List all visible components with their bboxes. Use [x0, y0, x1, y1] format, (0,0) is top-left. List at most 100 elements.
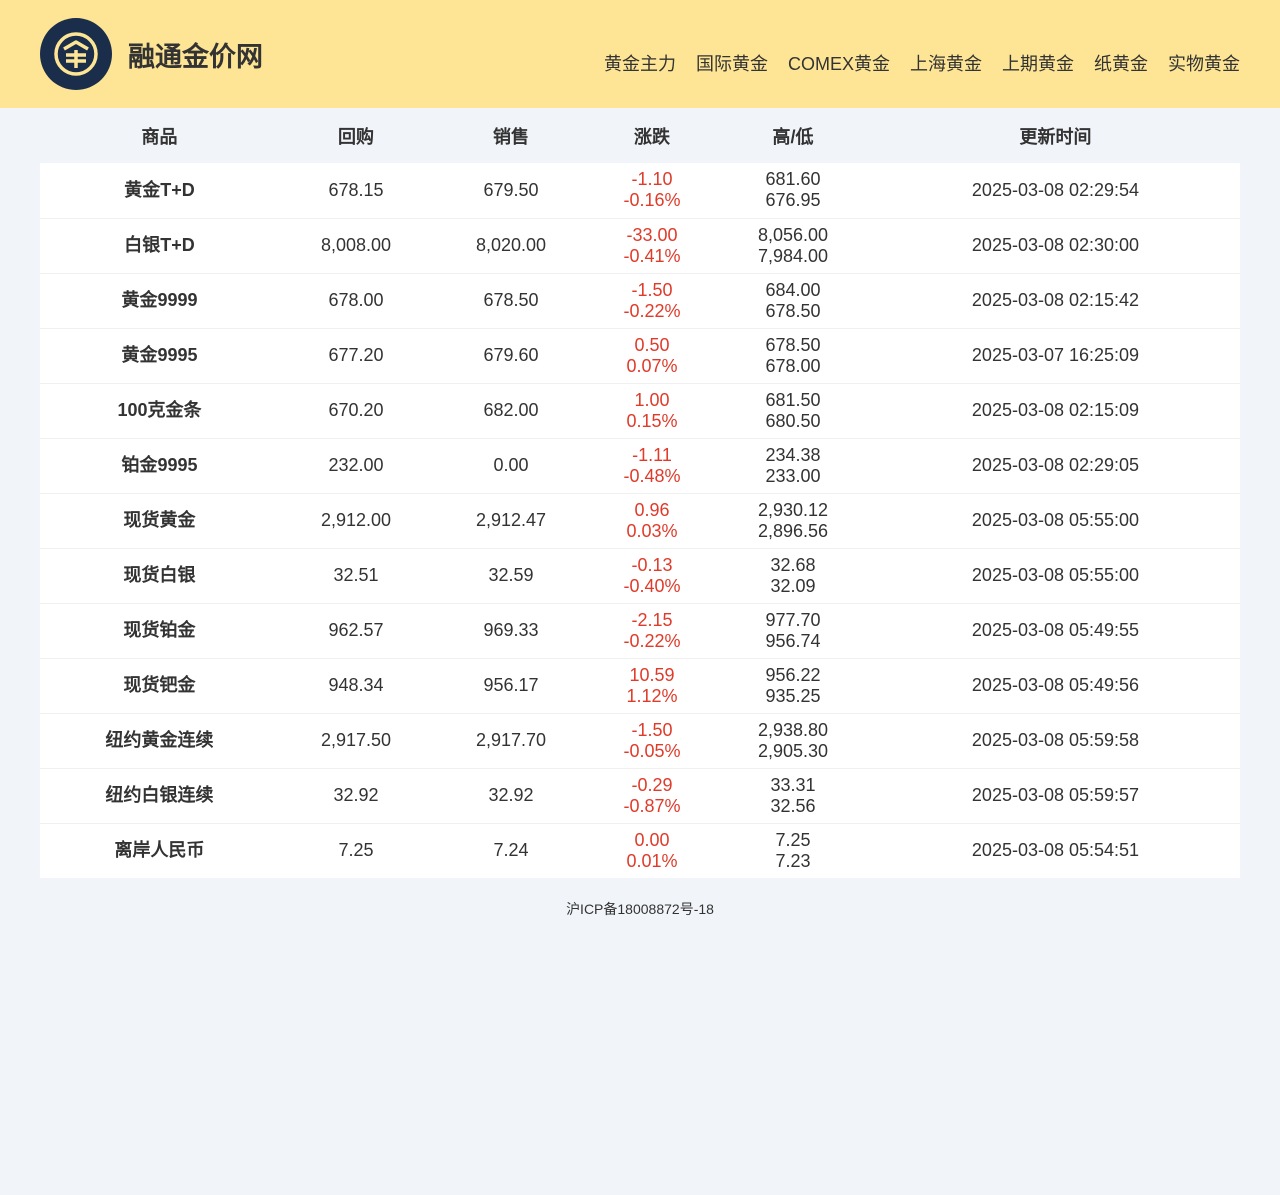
sell-price: 8,020.00 [475, 235, 547, 255]
product-name[interactable]: 白银T+D [40, 218, 279, 273]
buyback-price: 670.20 [328, 400, 384, 420]
buyback-price: 2,917.50 [320, 730, 392, 750]
product-name[interactable]: 黄金9999 [40, 273, 279, 328]
product-name[interactable]: 100克金条 [40, 383, 279, 438]
table-row: 黄金9999 678.00 678.50 -1.50 -0.22% 684.00 678.5… [40, 273, 1240, 328]
nav-item-main-gold[interactable]: 黄金主力 [604, 52, 676, 76]
sell-price: 969.33 [483, 620, 539, 640]
product-name[interactable]: 黄金9995 [40, 328, 279, 383]
table-row: 黄金T+D 678.15 679.50 -1.10 -0.16% 681.60 676.95… [40, 163, 1240, 218]
update-time: 2025-03-08 05:55:00 [971, 565, 1140, 585]
change-value: -0.13 [631, 554, 673, 575]
site-header: 融通金价网 黄金主力 国际黄金 COMEX黄金 上海黄金 上期黄金 纸黄金 实物… [0, 0, 1280, 108]
buyback-price: 2,912.00 [320, 510, 392, 530]
buyback-price: 948.34 [328, 675, 384, 695]
footer-icp[interactable]: 沪ICP备18008872号-18 [0, 899, 1280, 919]
change-percent: 0.15% [626, 410, 678, 431]
change-cell: -1.11 -0.48% [589, 438, 715, 493]
buyback-price: 962.57 [328, 620, 384, 640]
update-time: 2025-03-08 02:30:00 [971, 235, 1140, 255]
high-low-cell: 681.50 680.50 [715, 383, 871, 438]
change-cell: -0.29 -0.87% [589, 768, 715, 823]
site-name: 融通金价网 [128, 41, 263, 72]
product-name[interactable]: 现货钯金 [40, 658, 279, 713]
product-name[interactable]: 纽约黄金连续 [40, 713, 279, 768]
high-price: 33.31 [770, 774, 816, 795]
sell-price: 32.59 [488, 565, 534, 585]
high-price: 977.70 [765, 609, 821, 630]
buyback-price: 32.51 [333, 565, 379, 585]
change-percent: -0.22% [623, 300, 681, 321]
low-price: 676.95 [765, 190, 821, 211]
table-row: 离岸人民币 7.25 7.24 0.00 0.01% 7.25 7.23 2025-03-08… [40, 823, 1240, 878]
change-value: 0.00 [634, 829, 670, 850]
change-percent: -0.16% [623, 190, 681, 211]
high-price: 2,930.12 [757, 499, 829, 520]
sell-price: 2,917.70 [475, 730, 547, 750]
product-name[interactable]: 纽约白银连续 [40, 768, 279, 823]
table-row: 白银T+D 8,008.00 8,020.00 -33.00 -0.41% 8,056.0… [40, 218, 1240, 273]
update-time: 2025-03-08 02:29:54 [971, 179, 1140, 200]
high-low-cell: 2,938.80 2,905.30 [715, 713, 871, 768]
buyback-price: 8,008.00 [320, 235, 392, 255]
product-name[interactable]: 铂金9995 [40, 438, 279, 493]
price-table-container: 商品 回购 销售 涨跌 高/低 更新时间 黄金T+D 678.15 679.50 -1… [40, 108, 1240, 878]
header-product: 商品 [40, 108, 279, 163]
sell-price: 0.00 [493, 455, 529, 475]
sell-price: 7.24 [493, 840, 529, 861]
low-price: 956.74 [765, 630, 821, 651]
sell-price: 2,912.47 [475, 510, 547, 530]
low-price: 2,896.56 [757, 520, 829, 541]
header-update-time: 更新时间 [871, 108, 1240, 163]
high-price: 681.50 [765, 389, 821, 410]
coin-logo-icon [40, 18, 112, 90]
update-time: 2025-03-08 05:54:51 [971, 840, 1140, 861]
update-time: 2025-03-07 16:25:09 [971, 345, 1140, 365]
update-time: 2025-03-08 05:49:56 [971, 675, 1140, 695]
table-row: 现货铂金 962.57 969.33 -2.15 -0.22% 977.70 956.74 2… [40, 603, 1240, 658]
table-row: 纽约黄金连续 2,917.50 2,917.70 -1.50 -0.05% 2,938.8… [40, 713, 1240, 768]
low-price: 2,905.30 [757, 740, 829, 761]
table-row: 铂金9995 232.00 0.00 -1.11 -0.48% 234.38 233.00 2… [40, 438, 1240, 493]
table-header-row: 商品 回购 销售 涨跌 高/低 更新时间 [40, 108, 1240, 163]
low-price: 935.25 [765, 685, 821, 706]
product-name[interactable]: 黄金T+D [40, 163, 279, 218]
logo-link[interactable]: 融通金价网 [40, 18, 263, 90]
high-price: 2,938.80 [757, 719, 829, 740]
low-price: 7.23 [775, 850, 811, 871]
high-low-cell: 681.60 676.95 [715, 163, 871, 218]
product-name[interactable]: 现货铂金 [40, 603, 279, 658]
product-name[interactable]: 离岸人民币 [40, 823, 279, 878]
nav-item-intl-gold[interactable]: 国际黄金 [696, 52, 768, 76]
low-price: 32.09 [770, 575, 816, 596]
high-low-cell: 234.38 233.00 [715, 438, 871, 493]
nav-item-shfe-gold[interactable]: 上期黄金 [1002, 52, 1074, 76]
buyback-price: 232.00 [328, 455, 384, 475]
change-cell: -0.13 -0.40% [589, 548, 715, 603]
update-time: 2025-03-08 02:15:09 [971, 400, 1140, 420]
nav-item-comex-gold[interactable]: COMEX黄金 [788, 52, 890, 76]
header-buyback: 回购 [279, 108, 433, 163]
product-name[interactable]: 现货白银 [40, 548, 279, 603]
high-price: 684.00 [765, 279, 821, 300]
product-name[interactable]: 现货黄金 [40, 493, 279, 548]
change-percent: 1.12% [626, 685, 678, 706]
change-value: -1.11 [632, 444, 672, 465]
high-price: 956.22 [765, 664, 821, 685]
buyback-price: 678.15 [328, 179, 384, 200]
change-percent: -0.87% [623, 795, 681, 816]
high-low-cell: 2,930.12 2,896.56 [715, 493, 871, 548]
change-value: -1.50 [631, 279, 673, 300]
high-low-cell: 977.70 956.74 [715, 603, 871, 658]
main-nav: 黄金主力 国际黄金 COMEX黄金 上海黄金 上期黄金 纸黄金 实物黄金 [604, 52, 1240, 76]
high-low-cell: 8,056.00 7,984.00 [715, 218, 871, 273]
buyback-price: 677.20 [328, 345, 384, 365]
sell-price: 956.17 [483, 675, 539, 695]
header-change: 涨跌 [589, 108, 715, 163]
sell-price: 32.92 [488, 785, 534, 805]
nav-item-shanghai-gold[interactable]: 上海黄金 [910, 52, 982, 76]
nav-item-physical-gold[interactable]: 实物黄金 [1168, 52, 1240, 76]
nav-item-paper-gold[interactable]: 纸黄金 [1094, 52, 1148, 76]
table-row: 纽约白银连续 32.92 32.92 -0.29 -0.87% 33.31 32.56 202… [40, 768, 1240, 823]
change-value: 0.96 [634, 499, 670, 520]
